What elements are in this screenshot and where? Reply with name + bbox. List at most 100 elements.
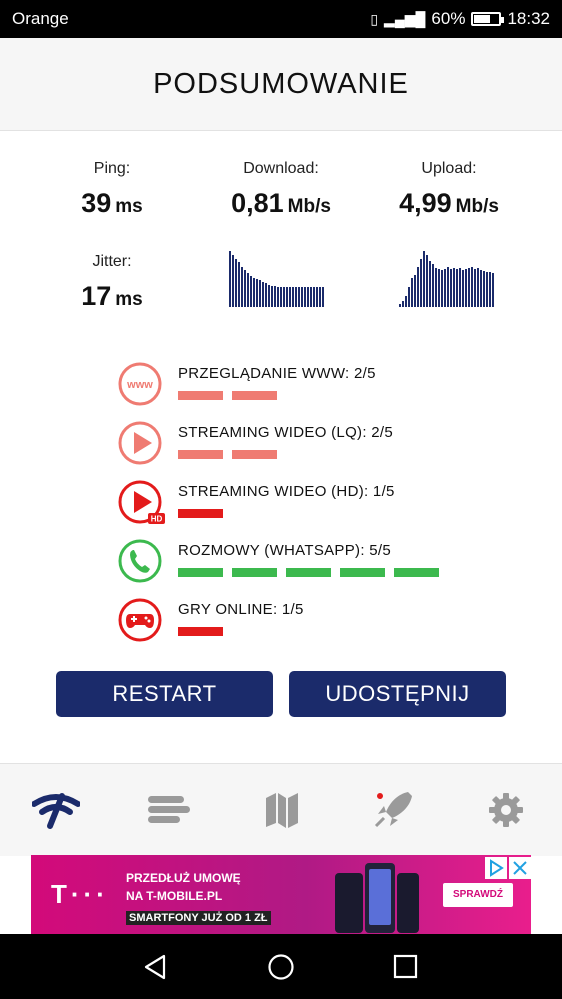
- signal-icon: ▂▄▆█: [384, 10, 426, 27]
- download-graph-bar: [235, 259, 237, 307]
- upload-graph-bar: [483, 271, 485, 307]
- play-hd-icon: HD: [118, 480, 165, 524]
- history-icon: [148, 796, 190, 823]
- quality-score-bar: [178, 450, 277, 459]
- svg-text:HD: HD: [151, 515, 163, 524]
- download-graph-bar: [322, 287, 324, 307]
- upload-graph-bar: [435, 268, 437, 307]
- score-segment: [340, 568, 385, 577]
- carrier-name: Orange: [12, 9, 69, 28]
- upload-graph-bar: [486, 272, 488, 307]
- jitter-value: 17 ms: [50, 281, 174, 312]
- home-icon[interactable]: [267, 953, 295, 981]
- upload-value: 4,99 Mb/s: [368, 188, 530, 219]
- upload-graph-bar: [441, 270, 443, 307]
- score-segment: [232, 568, 277, 577]
- svg-text:www: www: [126, 379, 153, 391]
- ping-label: Ping:: [93, 160, 131, 177]
- upload-number: 4,99: [399, 188, 452, 218]
- adchoices-icon[interactable]: [485, 857, 507, 879]
- download-graph-bar: [280, 287, 282, 307]
- upload-graph-bar: [459, 268, 461, 307]
- score-segment: [178, 568, 223, 577]
- nav-rocket[interactable]: [370, 790, 418, 830]
- back-icon[interactable]: [142, 954, 168, 980]
- upload-graph-bar: [480, 270, 482, 307]
- score-segment: [178, 391, 223, 400]
- download-graph-bar: [277, 287, 279, 307]
- rocket-icon: [374, 792, 412, 828]
- close-icon[interactable]: [509, 857, 531, 879]
- download-graph-bar: [307, 287, 309, 307]
- nav-speedtest[interactable]: [31, 790, 81, 830]
- upload-graph-bar: [399, 304, 401, 307]
- header: PODSUMOWANIE: [0, 38, 562, 131]
- quality-row: STREAMING WIDEO (LQ): 2/5: [118, 421, 538, 473]
- jitter-label: Jitter:: [92, 253, 132, 270]
- battery-icon: [471, 12, 505, 26]
- upload-graph-bar: [414, 275, 416, 307]
- upload-graph-bar: [444, 269, 446, 307]
- quality-score-bar: [178, 568, 439, 577]
- quality-row: www PRZEGLĄDANIE WWW: 2/5: [118, 362, 538, 414]
- upload-graph-bar: [432, 264, 434, 307]
- nav-map[interactable]: [258, 790, 306, 830]
- nav-settings[interactable]: [482, 790, 530, 830]
- score-segment: [232, 450, 277, 459]
- status-right: ▯ ▂▄▆█ 60% 18:32: [370, 9, 550, 29]
- download-graph-bar: [259, 280, 261, 307]
- upload-graph-bar: [402, 301, 404, 307]
- status-bar: Orange ▯ ▂▄▆█ 60% 18:32: [0, 0, 562, 38]
- upload-graph-bar: [408, 287, 410, 307]
- quality-label: PRZEGLĄDANIE WWW: 2/5: [178, 365, 376, 382]
- download-graph: [229, 251, 324, 307]
- nav-history[interactable]: [146, 790, 194, 830]
- upload-graph-bar: [489, 272, 491, 307]
- play-icon: [118, 421, 162, 465]
- speedtest-icon: [31, 793, 81, 829]
- upload-graph-bar: [429, 261, 431, 307]
- ad-line-2: NA T-MOBILE.PL: [126, 889, 223, 903]
- ping-number: 39: [81, 188, 112, 218]
- upload-graph-bar: [465, 269, 467, 307]
- ad-banner[interactable]: T··· PRZEDŁUŻ UMOWĘ NA T-MOBILE.PL SMART…: [31, 855, 531, 934]
- page-title: PODSUMOWANIE: [153, 68, 409, 100]
- clock: 18:32: [507, 9, 550, 28]
- upload-graph: [399, 251, 494, 307]
- download-number: 0,81: [231, 188, 284, 218]
- recents-icon[interactable]: [393, 954, 419, 980]
- upload-unit: Mb/s: [455, 196, 499, 217]
- download-label: Download:: [243, 160, 319, 177]
- share-button[interactable]: UDOSTĘPNIJ: [289, 671, 506, 717]
- upload-graph-bar: [468, 268, 470, 307]
- download-graph-bar: [268, 285, 270, 307]
- ad-cta-button[interactable]: SPRAWDŹ: [443, 883, 513, 907]
- phones-image: [335, 863, 419, 933]
- upload-graph-bar: [405, 296, 407, 307]
- download-graph-bar: [265, 283, 267, 307]
- quality-row: ROZMOWY (WHATSAPP): 5/5: [118, 539, 538, 591]
- upload-graph-bar: [450, 269, 452, 307]
- download-value: 0,81 Mb/s: [200, 188, 362, 219]
- download-graph-bar: [319, 287, 321, 307]
- upload-label: Upload:: [421, 160, 477, 177]
- gear-icon: [489, 793, 523, 827]
- restart-button[interactable]: RESTART: [56, 671, 273, 717]
- quality-score-bar: [178, 627, 223, 636]
- upload-graph-bar: [411, 278, 413, 307]
- upload-graph-bar: [474, 269, 476, 307]
- upload-graph-bar: [471, 267, 473, 307]
- ad-line-3: SMARTFONY JUŻ OD 1 ZŁ: [126, 911, 271, 925]
- upload-graph-bar: [447, 267, 449, 307]
- upload-graph-bar: [417, 267, 419, 307]
- download-graph-bar: [289, 287, 291, 307]
- score-segment: [232, 391, 277, 400]
- map-icon: [266, 793, 298, 828]
- download-graph-bar: [298, 287, 300, 307]
- upload-graph-bar: [462, 270, 464, 307]
- download-graph-bar: [232, 255, 234, 307]
- www-icon: www: [118, 362, 162, 406]
- download-graph-bar: [286, 287, 288, 307]
- phone-icon: [118, 539, 162, 583]
- upload-graph-bar: [438, 269, 440, 307]
